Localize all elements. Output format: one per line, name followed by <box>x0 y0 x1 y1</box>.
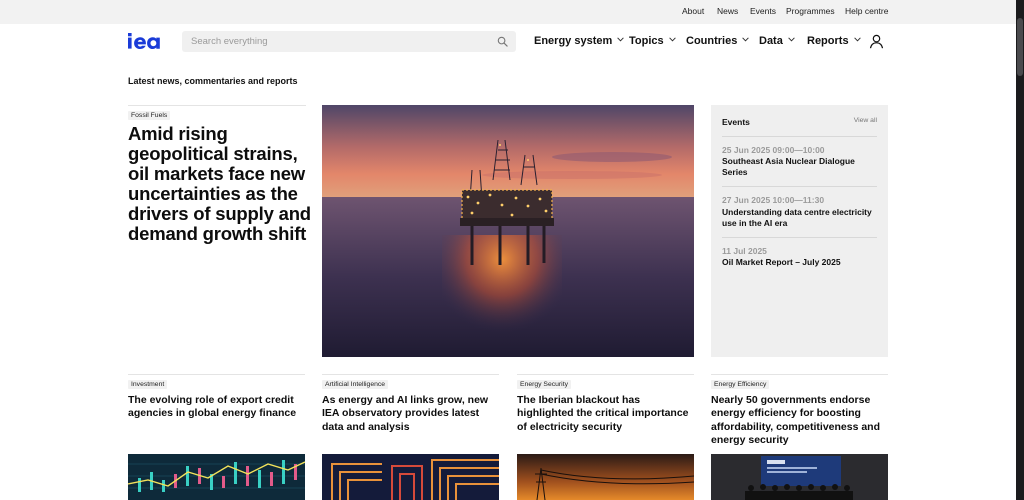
card-title[interactable]: Nearly 50 governments endorse energy eff… <box>711 394 891 447</box>
card-image-power-lines[interactable] <box>517 454 694 500</box>
nav-reports-label: Reports <box>807 35 849 47</box>
event-date: 11 Jul 2025 <box>722 246 767 256</box>
card-image-abstract-pattern[interactable] <box>322 454 499 500</box>
event-date: 25 Jun 2025 09:00—10:00 <box>722 145 825 155</box>
utility-link-help-centre[interactable]: Help centre <box>845 6 888 16</box>
divider <box>322 374 499 375</box>
divider <box>722 237 877 238</box>
nav-energy-system[interactable]: Energy system <box>534 35 625 47</box>
card-tag[interactable]: Investment <box>128 380 168 389</box>
card-image-financial-chart[interactable] <box>128 454 305 500</box>
chevron-down-icon <box>788 37 795 42</box>
card-title[interactable]: As energy and AI links grow, new IEA obs… <box>322 394 502 434</box>
nav-energy-system-label: Energy system <box>534 35 613 47</box>
user-account-icon[interactable] <box>869 34 884 49</box>
card-tag[interactable]: Artificial Intelligence <box>322 380 389 389</box>
event-title[interactable]: Oil Market Report – July 2025 <box>722 257 872 268</box>
divider <box>711 374 888 375</box>
events-panel: Events View all 25 Jun 2025 09:00—10:00 … <box>711 105 888 357</box>
event-title[interactable]: Understanding data centre electricity us… <box>722 207 872 228</box>
search-input[interactable] <box>182 31 491 52</box>
scrollbar-thumb[interactable] <box>1017 18 1023 76</box>
nav-data-label: Data <box>759 35 783 47</box>
chevron-down-icon <box>742 37 750 42</box>
search-box <box>182 31 516 52</box>
lead-tag[interactable]: Fossil Fuels <box>128 111 171 120</box>
events-view-all-link[interactable]: View all <box>854 117 877 124</box>
divider <box>128 105 306 106</box>
event-title[interactable]: Southeast Asia Nuclear Dialogue Series <box>722 156 872 177</box>
utility-link-programmes[interactable]: Programmes <box>786 6 835 16</box>
chevron-down-icon <box>668 37 676 42</box>
hero-image-offshore-rig[interactable] <box>322 105 694 357</box>
page-scrollbar[interactable] <box>1016 0 1024 500</box>
divider <box>517 374 694 375</box>
divider <box>722 186 877 187</box>
nav-reports[interactable]: Reports <box>807 35 861 47</box>
section-title: Latest news, commentaries and reports <box>128 76 298 86</box>
events-heading: Events <box>722 117 750 127</box>
nav-data[interactable]: Data <box>759 35 795 47</box>
card-tag[interactable]: Energy Efficiency <box>711 380 770 389</box>
card-tag[interactable]: Energy Security <box>517 380 571 389</box>
card-title[interactable]: The evolving role of export credit agenc… <box>128 394 308 421</box>
search-icon[interactable] <box>497 36 508 47</box>
page: About News Events Programmes Help centre… <box>0 0 1016 500</box>
nav-topics[interactable]: Topics <box>629 35 676 47</box>
nav-topics-label: Topics <box>629 35 664 47</box>
utility-bar: About News Events Programmes Help centre <box>0 0 1016 24</box>
card-image-conference-group[interactable] <box>711 454 888 500</box>
chevron-down-icon <box>617 37 625 42</box>
divider <box>128 374 305 375</box>
chevron-down-icon <box>853 37 861 42</box>
event-date: 27 Jun 2025 10:00—11:30 <box>722 195 825 205</box>
utility-link-news[interactable]: News <box>717 6 738 16</box>
nav-countries[interactable]: Countries <box>686 35 750 47</box>
utility-link-about[interactable]: About <box>682 6 704 16</box>
utility-link-events[interactable]: Events <box>750 6 776 16</box>
divider <box>722 136 877 137</box>
nav-countries-label: Countries <box>686 35 738 47</box>
iea-logo[interactable] <box>128 32 168 50</box>
card-title[interactable]: The Iberian blackout has highlighted the… <box>517 394 697 434</box>
lead-article-title[interactable]: Amid rising geopolitical strains, oil ma… <box>128 124 312 244</box>
